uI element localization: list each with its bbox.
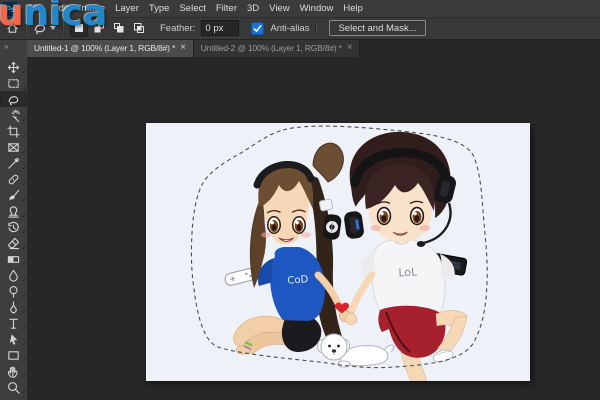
add-to-selection-button[interactable] — [90, 19, 108, 37]
menu-bar: Ps File Edit Image Layer Type Select Filter 3D V… — [0, 0, 600, 18]
girl-shirt-text: CoD — [287, 274, 309, 286]
intersect-selection-button[interactable] — [130, 19, 148, 37]
tool-crop[interactable] — [0, 123, 27, 139]
tool-gradient[interactable] — [0, 251, 27, 267]
tab-close-icon[interactable]: × — [180, 43, 186, 53]
tool-clone-stamp[interactable] — [0, 203, 27, 219]
rectangular-marquee-icon — [8, 78, 19, 88]
zoom-icon — [8, 381, 20, 394]
menu-item-layer[interactable]: Layer — [110, 0, 144, 17]
tool-pen[interactable] — [0, 299, 27, 315]
tool-move[interactable] — [0, 59, 27, 75]
divider — [315, 21, 318, 35]
document-tab-bar: Untitled-1 @ 100% (Layer 1, RGB/8#) * × Un… — [27, 39, 600, 57]
menu-item-filter[interactable]: Filter — [211, 0, 242, 17]
photoshop-window: Ps File Edit Image Layer Type Select Filter 3D V… — [0, 0, 600, 400]
tool-history-brush[interactable] — [0, 219, 27, 235]
tool-rectangular-marquee[interactable] — [0, 75, 27, 91]
options-bar: Feather: Anti-alias Select and Mask... — [0, 17, 600, 40]
tool-blur[interactable] — [0, 267, 27, 283]
type-icon — [9, 318, 18, 329]
menu-item-3d[interactable]: 3D — [242, 0, 264, 17]
check-icon — [253, 24, 262, 32]
selection-mode-buttons — [70, 19, 148, 37]
girl-figure: CoD — [233, 142, 347, 356]
lasso-icon — [8, 95, 19, 105]
tool-type[interactable] — [0, 315, 27, 331]
eraser-icon — [7, 237, 20, 249]
tool-eyedropper[interactable] — [0, 155, 27, 171]
tab-title: Untitled-2 @ 100% (Layer 1, RGB/8#) * — [200, 43, 342, 53]
photoshop-logo[interactable]: Ps — [2, 1, 19, 17]
tools-panel: » — [0, 39, 28, 400]
clone-stamp-icon — [8, 205, 19, 218]
select-and-mask-button[interactable]: Select and Mask... — [329, 20, 426, 36]
anti-alias-label: Anti-alias — [270, 22, 310, 34]
puppy — [316, 333, 395, 368]
document-tab-2[interactable]: Untitled-2 @ 100% (Layer 1, RGB/8#) * × — [193, 39, 361, 57]
eyedropper-icon — [8, 157, 20, 169]
rectangle-icon — [8, 350, 19, 360]
document-canvas[interactable]: CoD LoL — [146, 123, 530, 381]
subtract-from-selection-button[interactable] — [110, 19, 128, 37]
tab-title: Untitled-1 @ 100% (Layer 1, RGB/8#) * — [34, 43, 176, 53]
boy-shirt-text: LoL — [398, 265, 418, 279]
menu-item-image[interactable]: Image — [74, 0, 110, 17]
magic-wand-icon — [11, 108, 20, 122]
new-selection-button[interactable] — [70, 19, 88, 37]
tool-magic-wand[interactable] — [0, 107, 27, 123]
divider — [62, 21, 64, 35]
chibi-couple-artwork: CoD LoL — [190, 125, 488, 381]
menu-item-window[interactable]: Window — [295, 0, 339, 17]
menu-item-file[interactable]: File — [22, 0, 47, 17]
tool-dodge[interactable] — [0, 283, 27, 299]
blur-icon — [9, 269, 18, 282]
history-brush-icon — [8, 221, 19, 232]
feather-label: Feather: — [160, 22, 196, 34]
panel-collapse-chevron[interactable]: » — [0, 39, 27, 53]
anti-alias-checkbox[interactable] — [251, 21, 265, 35]
tool-eraser[interactable] — [0, 235, 27, 251]
move-icon — [7, 61, 20, 73]
menu-item-help[interactable]: Help — [338, 0, 368, 17]
menu-item-type[interactable]: Type — [144, 0, 175, 17]
gradient-icon — [7, 255, 20, 263]
hair-clip — [318, 198, 334, 212]
divider — [25, 21, 27, 35]
frame-icon — [8, 142, 19, 152]
spot-healing-brush-icon — [8, 174, 19, 184]
pen-icon — [10, 300, 17, 313]
hand-icon — [7, 366, 18, 378]
tool-hand[interactable] — [0, 363, 27, 379]
home-icon[interactable] — [6, 22, 19, 35]
menu-item-view[interactable]: View — [264, 0, 294, 17]
chevron-down-icon — [50, 26, 56, 30]
menu-item-edit[interactable]: Edit — [47, 0, 73, 17]
tool-zoom[interactable] — [0, 379, 27, 395]
tool-preset-lasso[interactable] — [33, 21, 56, 35]
tab-close-icon[interactable]: × — [347, 43, 353, 53]
tool-brush[interactable] — [0, 187, 27, 203]
path-selection-icon — [9, 333, 18, 345]
tool-lasso[interactable] — [0, 91, 27, 107]
dodge-icon — [9, 285, 18, 298]
feather-input[interactable] — [201, 20, 240, 36]
tool-rectangle[interactable] — [0, 347, 27, 363]
boy-left-earcup — [344, 211, 364, 239]
menu-item-select[interactable]: Select — [174, 0, 210, 17]
tool-path-selection[interactable] — [0, 331, 27, 347]
crop-icon — [7, 124, 20, 138]
menu-items: File Edit Image Layer Type Select Filter 3D View… — [22, 0, 368, 17]
tool-spot-healing-brush[interactable] — [0, 171, 27, 187]
brush-icon — [9, 189, 20, 200]
tool-frame[interactable] — [0, 139, 27, 155]
document-tab-1[interactable]: Untitled-1 @ 100% (Layer 1, RGB/8#) * × — [27, 39, 194, 57]
